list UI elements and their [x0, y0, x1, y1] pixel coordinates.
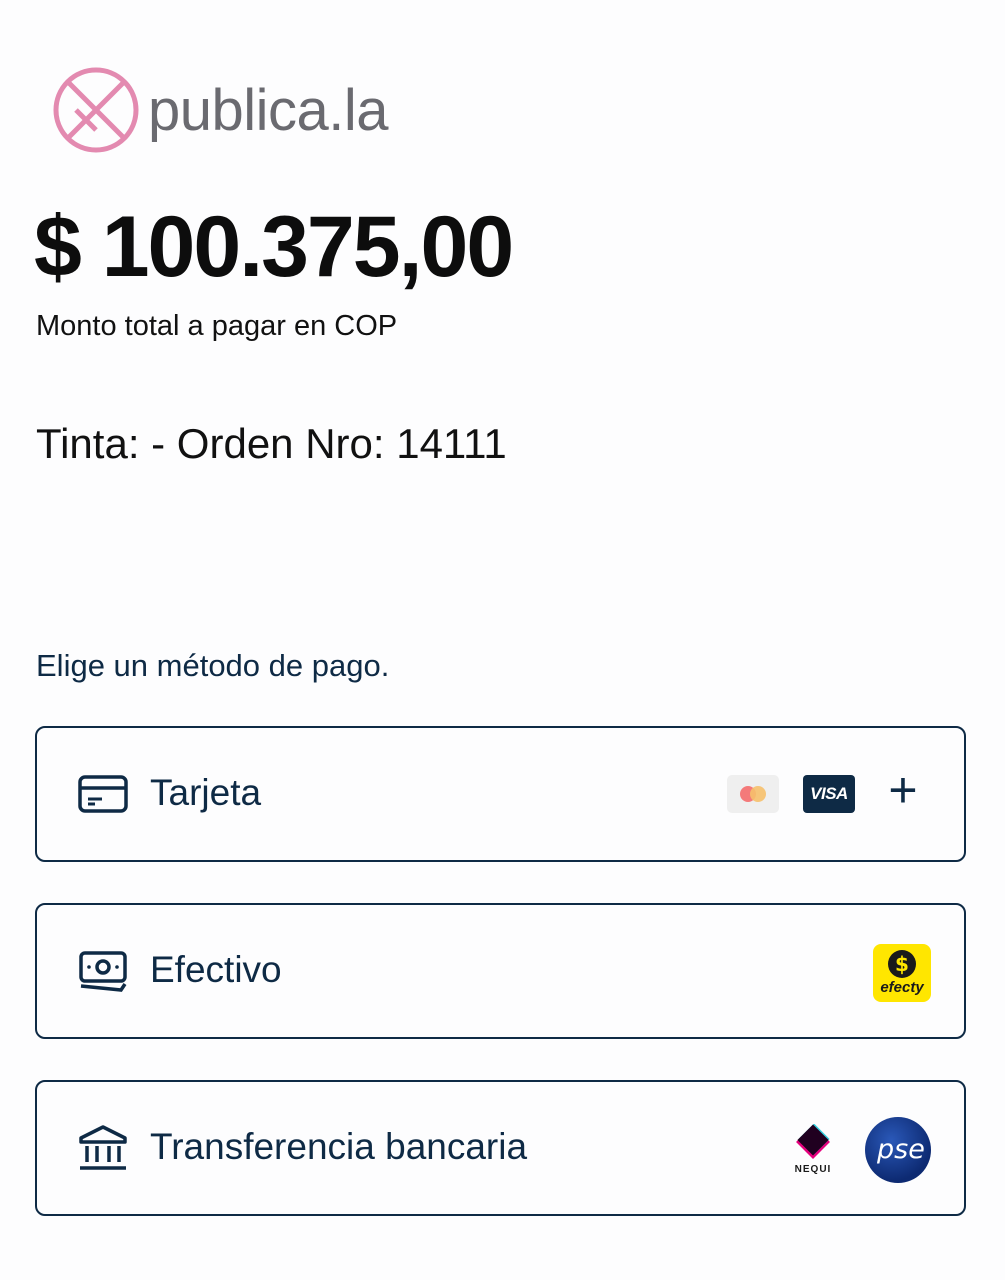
payment-method-label: Efectivo	[150, 949, 282, 990]
publica-la-logo-icon	[53, 67, 139, 153]
payment-method-label: Transferencia bancaria	[150, 1126, 528, 1167]
brand-name: publica.la	[148, 77, 389, 143]
payment-method-card[interactable]: Tarjeta VISA +	[35, 726, 966, 862]
pse-logo: pse	[865, 1117, 931, 1183]
amount-caption: Monto total a pagar en COP	[36, 310, 398, 342]
payment-method-heading: Elige un método de pago.	[36, 648, 390, 683]
mastercard-logo	[727, 775, 779, 813]
svg-text:$: $	[895, 952, 909, 976]
payment-method-cash[interactable]: Efectivo $ efecty	[35, 903, 966, 1039]
visa-logo: VISA	[803, 775, 855, 813]
nequi-logo: NEQUI	[791, 1124, 835, 1176]
efecty-logo: $ efecty	[873, 944, 931, 1002]
efecty-wordmark: efecty	[880, 979, 924, 996]
nequi-wordmark: NEQUI	[794, 1164, 832, 1175]
order-description: Tinta: - Orden Nro: 14111	[36, 420, 507, 467]
cash-icon	[79, 951, 127, 992]
total-amount: $ 100.375,00	[34, 199, 514, 295]
pse-wordmark: pse	[877, 1134, 925, 1165]
payment-method-label: Tarjeta	[150, 772, 262, 813]
payment-method-bank-transfer[interactable]: Transferencia bancaria NEQUI pse	[35, 1080, 966, 1216]
brand-logo: publica.la	[52, 66, 389, 154]
credit-card-icon	[78, 775, 128, 813]
plus-icon: +	[888, 762, 918, 818]
bank-icon	[79, 1125, 127, 1170]
